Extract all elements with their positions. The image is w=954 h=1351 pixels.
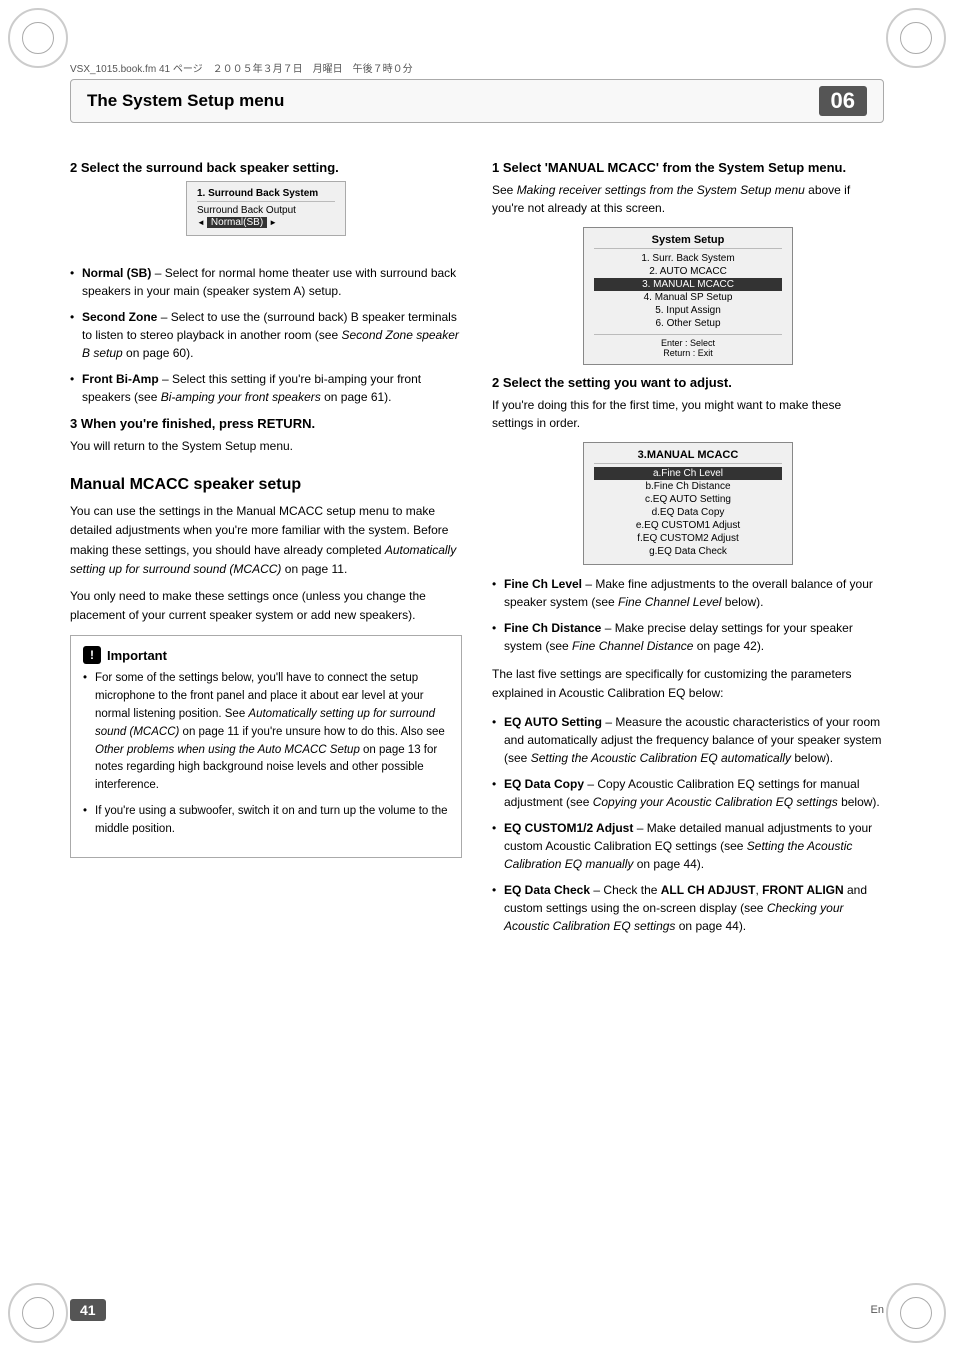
right-step1-subtext: See Making receiver settings from the Sy… bbox=[492, 181, 884, 217]
surround-bullets: Normal (SB) – Select for normal home the… bbox=[70, 264, 462, 406]
important-label: Important bbox=[107, 648, 167, 663]
list-item: For some of the settings below, you'll h… bbox=[83, 670, 449, 795]
page-lang: En bbox=[871, 1304, 884, 1316]
sys-item-5: 5. Input Assign bbox=[594, 304, 782, 317]
left-column: 2 Select the surround back speaker setti… bbox=[70, 160, 462, 945]
corner-decoration-br bbox=[886, 1283, 946, 1343]
man-item-b: b.Fine Ch Distance bbox=[594, 480, 782, 493]
arrow-right-icon bbox=[269, 217, 277, 228]
bullet-term: Fine Ch Level bbox=[504, 577, 582, 591]
bullet-term: EQ CUSTOM1/2 Adjust bbox=[504, 821, 633, 835]
step3-text: You will return to the System Setup menu… bbox=[70, 437, 462, 456]
sys-display-footer: Enter : SelectReturn : Exit bbox=[594, 334, 782, 358]
two-columns: 2 Select the surround back speaker setti… bbox=[70, 160, 884, 945]
list-item: EQ AUTO Setting – Measure the acoustic c… bbox=[492, 713, 884, 767]
right-bullets-main: Fine Ch Level – Make fine adjustments to… bbox=[492, 575, 884, 655]
arrow-left-icon bbox=[197, 217, 205, 228]
right-bullets-eq: EQ AUTO Setting – Measure the acoustic c… bbox=[492, 713, 884, 935]
step3-heading: 3 When you're finished, press RETURN. bbox=[70, 416, 462, 431]
file-path: VSX_1015.book.fm 41 ページ ２００５年３月７日 月曜日 午後… bbox=[70, 60, 884, 75]
page-header: VSX_1015.book.fm 41 ページ ２００５年３月７日 月曜日 午後… bbox=[70, 60, 884, 123]
list-item: EQ Data Copy – Copy Acoustic Calibration… bbox=[492, 775, 884, 811]
chapter-number: 06 bbox=[819, 86, 867, 116]
bullet-term: EQ Data Copy bbox=[504, 777, 584, 791]
corner-decoration-tr bbox=[886, 8, 946, 68]
mcacc-body1: You can use the settings in the Manual M… bbox=[70, 502, 462, 579]
sys-item-4: 4. Manual SP Setup bbox=[594, 291, 782, 304]
display-title: 1. Surround Back System bbox=[197, 188, 335, 202]
sys-item-6: 6. Other Setup bbox=[594, 317, 782, 330]
important-list: For some of the settings below, you'll h… bbox=[83, 670, 449, 838]
list-item: Fine Ch Distance – Make precise delay se… bbox=[492, 619, 884, 655]
sys-item-1: 1. Surr. Back System bbox=[594, 252, 782, 265]
sys-item-3-highlighted: 3. MANUAL MCACC bbox=[594, 278, 782, 291]
list-item: EQ CUSTOM1/2 Adjust – Make detailed manu… bbox=[492, 819, 884, 873]
main-content: 2 Select the surround back speaker setti… bbox=[70, 160, 884, 1271]
display-value: Normal(SB) bbox=[207, 217, 267, 228]
right-column: 1 Select 'MANUAL MCACC' from the System … bbox=[492, 160, 884, 945]
step2-heading: 2 Select the surround back speaker setti… bbox=[70, 160, 462, 175]
display-value-row: Normal(SB) bbox=[197, 217, 335, 228]
corner-decoration-tl bbox=[8, 8, 68, 68]
list-item: Fine Ch Level – Make fine adjustments to… bbox=[492, 575, 884, 611]
manual-display-wrapper: 3.MANUAL MCACC a.Fine Ch Level b.Fine Ch… bbox=[492, 442, 884, 565]
man-item-a: a.Fine Ch Level bbox=[594, 467, 782, 480]
bullet-term: Second Zone bbox=[82, 310, 157, 324]
system-display-wrapper: System Setup 1. Surr. Back System 2. AUT… bbox=[492, 227, 884, 365]
list-item: EQ Data Check – Check the ALL CH ADJUST,… bbox=[492, 881, 884, 935]
right-step2-heading: 2 Select the setting you want to adjust. bbox=[492, 375, 884, 390]
mcacc-body2: You only need to make these settings onc… bbox=[70, 587, 462, 625]
manual-mcacc-display: 3.MANUAL MCACC a.Fine Ch Level b.Fine Ch… bbox=[583, 442, 793, 565]
man-item-d: d.EQ Data Copy bbox=[594, 506, 782, 519]
list-item: Second Zone – Select to use the (surroun… bbox=[70, 308, 462, 362]
right-step1-heading: 1 Select 'MANUAL MCACC' from the System … bbox=[492, 160, 884, 175]
bullet-term: EQ AUTO Setting bbox=[504, 715, 602, 729]
bullet-term: Normal (SB) bbox=[82, 266, 151, 280]
display-row: Surround Back Output bbox=[197, 205, 335, 216]
man-item-e: e.EQ CUSTOM1 Adjust bbox=[594, 519, 782, 532]
man-display-title: 3.MANUAL MCACC bbox=[594, 449, 782, 464]
display-label: Surround Back Output bbox=[197, 205, 296, 216]
sys-display-title: System Setup bbox=[594, 234, 782, 249]
page-footer: 41 En bbox=[70, 1299, 884, 1321]
last-five-intro: The last five settings are specifically … bbox=[492, 665, 884, 703]
section-header: The System Setup menu 06 bbox=[70, 79, 884, 123]
bullet-term: Front Bi-Amp bbox=[82, 372, 159, 386]
right-step2-subtext: If you're doing this for the first time,… bbox=[492, 396, 884, 432]
surround-back-display: 1. Surround Back System Surround Back Ou… bbox=[186, 181, 346, 236]
warning-icon: ! bbox=[83, 646, 101, 664]
list-item: If you're using a subwoofer, switch it o… bbox=[83, 803, 449, 839]
section-title: The System Setup menu bbox=[87, 91, 284, 111]
man-item-g: g.EQ Data Check bbox=[594, 545, 782, 558]
list-item: Normal (SB) – Select for normal home the… bbox=[70, 264, 462, 300]
bullet-term: Fine Ch Distance bbox=[504, 621, 601, 635]
display-box-wrapper: 1. Surround Back System Surround Back Ou… bbox=[70, 181, 462, 250]
list-item: Front Bi-Amp – Select this setting if yo… bbox=[70, 370, 462, 406]
bullet-term: EQ Data Check bbox=[504, 883, 590, 897]
important-box: ! Important For some of the settings bel… bbox=[70, 635, 462, 857]
manual-mcacc-heading: Manual MCACC speaker setup bbox=[70, 476, 462, 494]
sys-item-2: 2. AUTO MCACC bbox=[594, 265, 782, 278]
page-number: 41 bbox=[70, 1299, 106, 1321]
system-setup-display: System Setup 1. Surr. Back System 2. AUT… bbox=[583, 227, 793, 365]
man-item-c: c.EQ AUTO Setting bbox=[594, 493, 782, 506]
corner-decoration-bl bbox=[8, 1283, 68, 1343]
important-title: ! Important bbox=[83, 646, 449, 664]
man-item-f: f.EQ CUSTOM2 Adjust bbox=[594, 532, 782, 545]
